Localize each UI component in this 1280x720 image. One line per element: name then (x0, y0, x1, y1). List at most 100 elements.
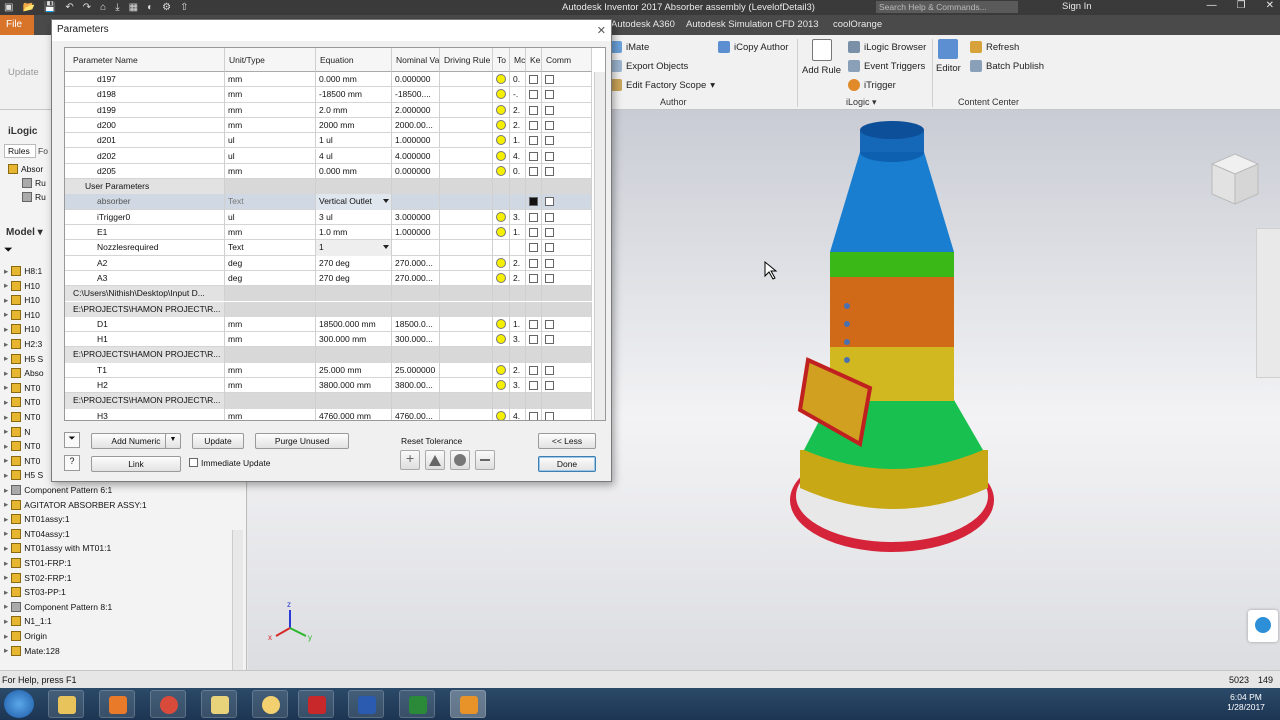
parameter-name-cell[interactable]: d198 (65, 87, 225, 103)
ilogic-browser-button[interactable]: iLogic Browser (848, 41, 926, 53)
parameter-row[interactable]: H3 mm 4760.000 mm 4760.00... 4. (65, 408, 592, 420)
column-header[interactable]: Nominal Va (392, 48, 440, 72)
tolerance-cell[interactable] (493, 378, 510, 394)
itrigger-button[interactable]: iTrigger (848, 79, 896, 91)
unit-cell[interactable]: mm (225, 378, 316, 394)
empty-cell[interactable] (225, 179, 316, 195)
empty-cell[interactable] (542, 301, 592, 317)
parameter-row[interactable]: absorber Text Vertical Outlet (65, 194, 592, 210)
driving-rule-cell[interactable] (440, 408, 493, 420)
empty-cell[interactable] (526, 393, 542, 409)
parameter-name-cell[interactable]: A3 (65, 270, 225, 287)
empty-cell[interactable] (392, 286, 440, 302)
taskbar-word-icon[interactable] (348, 690, 384, 718)
icopy-author-button[interactable]: iCopy Author (718, 41, 788, 53)
expand-icon[interactable]: ▸ (4, 397, 8, 408)
parameter-name-cell[interactable]: d202 (65, 148, 225, 164)
driving-rule-cell[interactable] (440, 225, 493, 241)
group-row[interactable]: C:\Users\Nithish\Desktop\Input D... (65, 286, 592, 302)
taskbar-acrobat-icon[interactable] (298, 690, 334, 718)
key-checkbox[interactable] (529, 90, 538, 100)
expand-icon[interactable]: ▸ (4, 295, 8, 306)
tolerance-cell[interactable] (493, 117, 510, 134)
equation-cell[interactable]: 0.000 mm (316, 163, 392, 180)
taskbar-media-icon[interactable] (99, 690, 135, 718)
empty-cell[interactable] (493, 393, 510, 409)
tree-item[interactable]: ▸ NT0 (4, 454, 40, 468)
equation-cell[interactable]: 270 deg (316, 270, 392, 287)
expand-icon[interactable]: ▸ (4, 324, 8, 335)
expand-icon[interactable]: ▸ (4, 382, 8, 393)
window-controls[interactable]: — ❐ ✕ (1207, 0, 1274, 11)
model-value-cell[interactable]: 4. (510, 148, 526, 164)
chevron-down-icon[interactable] (383, 245, 389, 250)
tree-item[interactable]: ▸ NT0 (4, 395, 40, 409)
tree-item[interactable]: ▸ AGITATOR ABSORBER ASSY:1 (4, 498, 147, 512)
key-cell[interactable] (526, 117, 542, 134)
key-checkbox[interactable] (529, 258, 538, 268)
key-checkbox[interactable] (529, 120, 538, 130)
tab-simulation-cfd[interactable]: Autodesk Simulation CFD 2013 (686, 19, 819, 30)
equation-cell[interactable]: Vertical Outlet (316, 194, 392, 210)
export-cell[interactable] (542, 240, 592, 256)
close-icon[interactable]: ✕ (1266, 0, 1274, 11)
chevron-down-icon[interactable]: ▾ (872, 97, 877, 107)
export-cell[interactable] (542, 225, 592, 241)
column-header[interactable]: Parameter Name (65, 48, 225, 72)
empty-cell[interactable] (316, 347, 392, 363)
parameter-name-cell[interactable]: d199 (65, 102, 225, 118)
quick-access-icon[interactable]: 💾 (44, 2, 56, 13)
tree-item[interactable]: ▸ Mate:128 (4, 644, 60, 658)
tree-item[interactable]: ▸ NT0 (4, 410, 40, 424)
export-checkbox[interactable] (545, 273, 554, 283)
expand-icon[interactable]: ▸ (4, 631, 8, 642)
tree-item[interactable]: ▸ Component Pattern 6:1 (4, 483, 112, 497)
empty-cell[interactable] (493, 179, 510, 195)
equation-cell[interactable]: -18500 mm (316, 87, 392, 103)
tab-a360[interactable]: Autodesk A360 (611, 19, 675, 30)
model-value-cell[interactable]: 2. (510, 270, 526, 287)
done-button[interactable]: Done (538, 456, 596, 472)
parameter-row[interactable]: A3 deg 270 deg 270.000... 2. (65, 270, 592, 287)
purge-unused-button[interactable]: Purge Unused (255, 433, 349, 449)
empty-cell[interactable] (225, 347, 316, 363)
tolerance-cell[interactable] (493, 163, 510, 180)
parameter-row[interactable]: d198 mm -18500 mm -18500.... -. (65, 87, 592, 103)
update-button[interactable]: Update (192, 433, 244, 449)
parameter-row[interactable]: d205 mm 0.000 mm 0.000000 0. (65, 163, 592, 180)
key-cell[interactable] (526, 255, 542, 271)
expand-icon[interactable]: ▸ (4, 572, 8, 583)
quick-access-toolbar[interactable]: ▣ 📂 💾 ↶ ↷ ⌂ ⤓ ▦ ◐ ⚙ ⇧ (4, 0, 188, 15)
key-cell[interactable] (526, 163, 542, 180)
unit-cell[interactable]: deg (225, 270, 316, 287)
editor-button[interactable]: Editor (936, 39, 961, 74)
equation-cell[interactable]: 2.0 mm (316, 102, 392, 118)
quick-access-icon[interactable]: ⚙ (162, 2, 171, 13)
rule-item[interactable]: Ru (22, 176, 46, 190)
taskbar-chrome-icon[interactable] (150, 690, 186, 718)
export-cell[interactable] (542, 408, 592, 420)
empty-cell[interactable] (392, 347, 440, 363)
viewcube-icon[interactable] (1208, 150, 1262, 208)
tree-item[interactable]: ▸ ST02-FRP:1 (4, 571, 72, 585)
parameter-name-cell[interactable]: iTrigger0 (65, 209, 225, 225)
export-checkbox[interactable] (545, 151, 554, 161)
expand-icon[interactable]: ▸ (4, 353, 8, 364)
unit-cell[interactable]: mm (225, 362, 316, 378)
equation-cell[interactable]: 4760.000 mm (316, 408, 392, 420)
column-header[interactable]: Mc (510, 48, 526, 72)
expand-icon[interactable]: ▸ (4, 266, 8, 277)
help-search-input[interactable]: Search Help & Commands... (876, 1, 1018, 13)
nominal-value-cell[interactable]: 2000.00... (392, 117, 440, 134)
parameter-row[interactable]: H2 mm 3800.000 mm 3800.00... 3. (65, 378, 592, 394)
taskbar-excel-icon[interactable] (399, 690, 435, 718)
parameter-row[interactable]: iTrigger0 ul 3 ul 3.000000 3. (65, 209, 592, 225)
empty-cell[interactable] (510, 179, 526, 195)
tab-coolorange[interactable]: coolOrange (833, 19, 882, 30)
quick-access-icon[interactable]: ↶ (65, 2, 73, 13)
unit-cell[interactable]: ul (225, 148, 316, 164)
median-tolerance-icon[interactable] (425, 450, 445, 470)
tolerance-cell[interactable] (493, 240, 510, 256)
export-cell[interactable] (542, 133, 592, 149)
tree-item[interactable]: ▸ H5 S (4, 352, 43, 366)
